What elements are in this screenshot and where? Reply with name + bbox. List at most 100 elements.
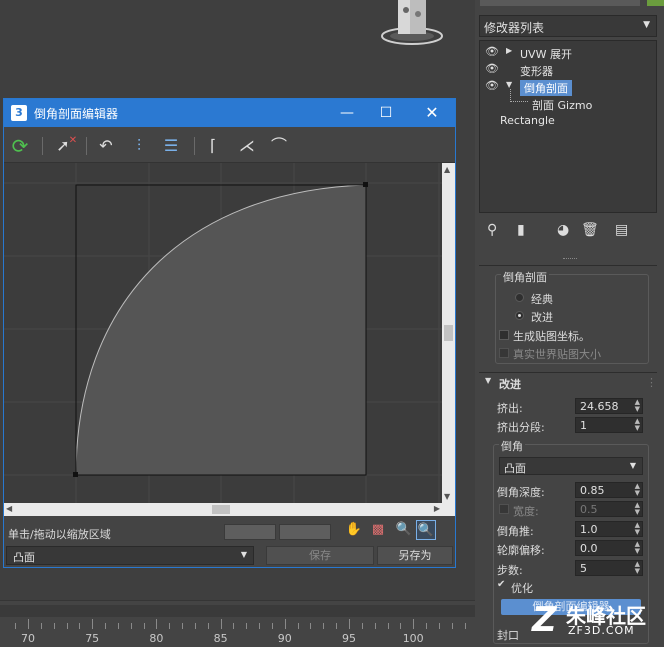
extrude-spinner[interactable]: 24.658 ▲ ▼ — [575, 398, 643, 414]
bezier-corner-icon[interactable]: ⋌ — [236, 136, 258, 156]
optimize-checkbox[interactable]: ✔ — [497, 579, 505, 590]
vertical-scrollbar[interactable]: ▲ ▼ — [442, 163, 455, 503]
ruler-tick — [53, 623, 55, 629]
undo-icon[interactable]: ↶ — [95, 136, 117, 156]
spinner-arrows-icon[interactable]: ▲ ▼ — [635, 483, 640, 497]
scroll-left-icon[interactable]: ◀ — [6, 504, 12, 513]
ruler-tick — [297, 623, 299, 629]
pin-stack-icon[interactable]: ⚲ — [487, 222, 497, 238]
rollout-title[interactable]: 改进 — [499, 376, 521, 392]
command-panel: 修改器列表 ▼ 👁 ▶ UVW 展开 👁 变形器 👁 ▼ 倒角剖面 剖面 Gizmo Rectan… — [475, 0, 664, 647]
stack-item[interactable]: 👁 ▼ 倒角剖面 — [480, 78, 656, 96]
radio-classic[interactable] — [515, 293, 524, 302]
ruler-tick — [169, 623, 171, 629]
ruler-tick — [259, 623, 261, 629]
toolbar-separator — [86, 137, 87, 155]
timeline-track[interactable] — [0, 605, 475, 617]
zoom-icon[interactable]: 🔍 — [394, 520, 414, 540]
eye-icon[interactable]: 👁 — [485, 79, 499, 92]
toolbar-separator — [194, 137, 195, 155]
scroll-up-icon[interactable]: ▲ — [444, 165, 450, 174]
ruler-tick — [130, 623, 132, 629]
ruler-tick — [143, 623, 145, 629]
stack-item[interactable]: 剖面 Gizmo — [480, 89, 656, 112]
flip-icon[interactable]: ☰ — [160, 136, 182, 156]
bevel-push-spinner[interactable]: 1.0 ▲ ▼ — [575, 521, 643, 537]
maximize-icon[interactable]: ☐ — [371, 102, 401, 124]
stack-item[interactable]: Rectangle — [480, 112, 656, 129]
collapsed-triangle-icon[interactable]: ▶ — [506, 46, 512, 55]
ruler-tick — [28, 619, 29, 629]
ruler-tick — [194, 623, 196, 629]
width-label: 宽度: — [513, 505, 539, 518]
object-color-swatch[interactable] — [647, 0, 664, 6]
modifier-stack[interactable]: 👁 ▶ UVW 展开 👁 变形器 👁 ▼ 倒角剖面 剖面 Gizmo Rectangle — [479, 40, 657, 213]
rollout-grip-icon: ⋮ — [646, 376, 657, 389]
make-unique-icon[interactable]: ◕ — [557, 222, 569, 238]
steps-label: 步数: — [497, 564, 523, 577]
ruler-tick — [207, 623, 209, 629]
object-name-field[interactable] — [480, 0, 640, 6]
x-coordinate-field[interactable] — [224, 524, 276, 540]
delete-point-icon[interactable]: ✕ — [62, 131, 84, 151]
spinner-arrows-icon[interactable]: ▲ ▼ — [635, 522, 640, 536]
show-end-result-icon[interactable]: ▮ — [517, 222, 525, 238]
stack-item[interactable]: 👁 变形器 — [480, 61, 656, 78]
ruler-tick — [15, 623, 17, 629]
bevel-push-value: 1.0 — [580, 523, 598, 536]
gen-map-coords-checkbox[interactable] — [499, 330, 509, 340]
modifier-list-dropdown[interactable]: 修改器列表 ▼ — [479, 15, 657, 37]
extrude-segs-spinner[interactable]: 1 ▲ ▼ — [575, 417, 643, 433]
rollout-collapse-icon[interactable]: ▼ — [485, 376, 491, 385]
save-button[interactable]: 保存 — [266, 546, 374, 565]
zoom-extents-icon[interactable]: ▩ — [368, 520, 388, 540]
y-coordinate-field[interactable] — [279, 524, 331, 540]
bezier-smooth-icon[interactable]: ⌒ — [268, 136, 290, 156]
horizontal-scrollbar[interactable]: ◀ ▶ — [4, 503, 442, 516]
close-icon[interactable]: ✕ — [417, 102, 447, 124]
scrollbar-thumb[interactable] — [444, 325, 453, 341]
real-world-map-checkbox[interactable] — [499, 348, 509, 358]
width-checkbox[interactable] — [499, 504, 509, 514]
scroll-right-icon[interactable]: ▶ — [434, 504, 440, 513]
group-title: 倒角剖面 — [501, 269, 549, 285]
stack-item[interactable]: 👁 ▶ UVW 展开 — [480, 44, 656, 61]
timeline-ruler[interactable]: 70 75 80 85 90 95 100 — [0, 600, 475, 647]
bevel-type-dropdown[interactable]: 凸面 ▼ — [499, 457, 643, 475]
spinner-arrows-icon[interactable]: ▲ ▼ — [635, 502, 640, 516]
minimize-icon[interactable]: — — [332, 102, 362, 124]
spinner-arrows-icon[interactable]: ▲ ▼ — [635, 418, 640, 432]
bevel-push-label: 倒角推: — [497, 525, 534, 538]
scroll-down-icon[interactable]: ▼ — [444, 492, 450, 501]
profile-canvas[interactable] — [4, 163, 442, 503]
eye-icon[interactable]: 👁 — [485, 45, 499, 58]
mirror-icon[interactable]: ⫶ — [128, 136, 150, 156]
steps-spinner[interactable]: 5 ▲ ▼ — [575, 560, 643, 576]
eye-icon[interactable]: 👁 — [485, 62, 499, 75]
dialog-titlebar[interactable]: 3 倒角剖面编辑器 — ☐ ✕ — [4, 99, 455, 127]
expanded-triangle-icon[interactable]: ▼ — [506, 80, 512, 89]
width-spinner[interactable]: 0.5 ▲ ▼ — [575, 501, 643, 517]
configure-sets-icon[interactable]: ▤ — [615, 222, 628, 238]
pan-hand-icon[interactable]: ✋ — [344, 520, 364, 540]
reset-curve-icon[interactable]: ⟳ — [9, 136, 31, 156]
ruler-label: 100 — [402, 632, 424, 645]
corner-point-icon[interactable]: ⌈ — [202, 136, 224, 156]
scrollbar-thumb[interactable] — [212, 505, 230, 514]
panel-grip[interactable] — [563, 258, 577, 261]
trash-icon[interactable]: 🗑 — [581, 222, 599, 238]
profile-graph[interactable] — [4, 163, 442, 503]
zoom-region-icon[interactable]: 🔍 — [416, 520, 436, 540]
bevel-depth-spinner[interactable]: 0.85 ▲ ▼ — [575, 482, 643, 498]
stack-item-label: UVW 展开 — [520, 48, 572, 61]
radio-improved[interactable] — [515, 311, 524, 320]
spinner-arrows-icon[interactable]: ▲ ▼ — [635, 399, 640, 413]
ruler-tick — [323, 623, 325, 629]
ruler-tick — [400, 623, 402, 629]
spinner-arrows-icon[interactable]: ▲ ▼ — [635, 541, 640, 555]
spinner-arrows-icon[interactable]: ▲ ▼ — [635, 561, 640, 575]
bevel-group-title: 倒角 — [499, 438, 525, 454]
save-as-button[interactable]: 另存为 — [377, 546, 453, 565]
preset-dropdown[interactable]: 凸面 ▼ — [6, 546, 254, 565]
contour-offset-spinner[interactable]: 0.0 ▲ ▼ — [575, 540, 643, 556]
